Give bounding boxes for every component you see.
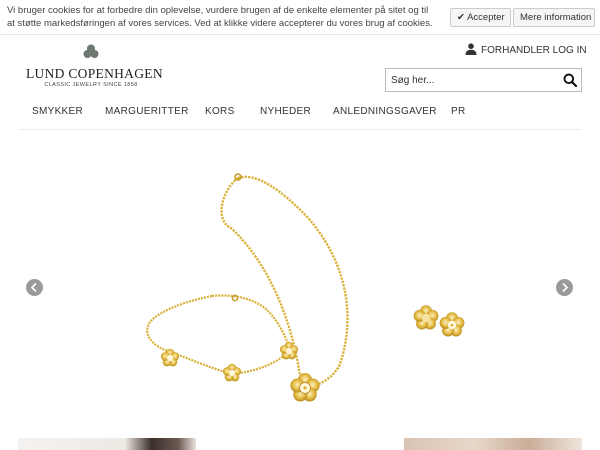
accept-cookies-button[interactable]: ✔ Accepter xyxy=(450,8,511,27)
nav-item-kors[interactable]: KORS xyxy=(205,106,235,117)
logo-name: LUND COPENHAGEN xyxy=(26,66,163,81)
slider-prev-button[interactable] xyxy=(26,279,43,296)
dealer-login-link[interactable]: FORHANDLER LOG IN xyxy=(465,43,587,57)
teaser-image-left[interactable] xyxy=(18,438,196,450)
nav-item-margueritter[interactable]: MARGUERITTER xyxy=(105,106,189,117)
cookie-message: Vi bruger cookies for at forbedre din op… xyxy=(7,5,433,29)
main-nav: SMYKKER MARGUERITTER KORS NYHEDER ANLEDN… xyxy=(0,100,600,124)
nav-item-nyheder[interactable]: NYHEDER xyxy=(260,106,311,117)
teaser-image-right[interactable] xyxy=(404,438,582,450)
jewelry-product-image xyxy=(146,173,465,402)
logo-tagline: CLASSIC JEWELRY SINCE 1858 xyxy=(44,82,138,88)
nav-item-anledningsgaver[interactable]: ANLEDNINGSGAVER xyxy=(333,106,437,117)
search-input[interactable] xyxy=(386,69,556,91)
chevron-left-icon xyxy=(30,282,37,293)
more-information-button[interactable]: Mere information xyxy=(513,8,595,27)
nav-divider xyxy=(18,129,582,130)
search-icon[interactable] xyxy=(563,73,577,87)
chevron-right-icon xyxy=(562,282,569,293)
nav-item-smykker[interactable]: SMYKKER xyxy=(32,106,83,117)
clover-logo-icon xyxy=(83,44,99,58)
hero-slider xyxy=(0,136,600,436)
user-icon xyxy=(465,43,477,55)
dealer-login-label: FORHANDLER LOG IN xyxy=(481,45,587,56)
nav-item-pr[interactable]: PR xyxy=(451,106,466,117)
cookie-bar: Vi bruger cookies for at forbedre din op… xyxy=(0,0,600,35)
search-box xyxy=(385,68,582,92)
slider-next-button[interactable] xyxy=(556,279,573,296)
logo[interactable]: LUND COPENHAGEN CLASSIC JEWELRY SINCE 18… xyxy=(26,44,163,94)
